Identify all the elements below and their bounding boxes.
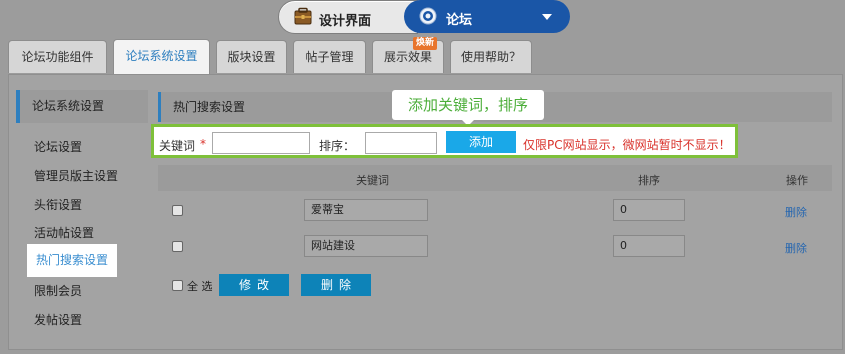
delete-button[interactable]: 删除 (301, 274, 371, 296)
forum-view-label: 论坛 (446, 13, 473, 28)
row-sort-input[interactable]: 0 (613, 199, 685, 221)
sidebar-item-moderator-settings[interactable]: 管理员版主设置 (34, 167, 118, 184)
pc-only-note: 仅限PC网站显示，微网站暂时不显示！ (523, 138, 731, 152)
sidebar-item-restricted-members[interactable]: 限制会员 (34, 282, 82, 299)
new-badge: 焕新 (413, 37, 437, 50)
sort-input[interactable] (365, 132, 437, 154)
row-delete-link[interactable]: 删除 (785, 204, 807, 220)
column-action: 操作 (786, 174, 808, 187)
table-header: 关键词 排序 操作 (158, 165, 832, 191)
modify-button[interactable]: 修改 (219, 274, 289, 296)
column-sort: 排序 (638, 174, 660, 187)
select-all-checkbox[interactable] (172, 280, 183, 291)
row-keyword-input[interactable]: 爱蒂宝 (304, 199, 428, 221)
column-keyword: 关键词 (356, 174, 389, 187)
design-view-button[interactable]: 设计界面 (278, 0, 418, 34)
forum-view-button[interactable]: 论坛 (404, 0, 570, 33)
toolbox-icon (293, 7, 313, 27)
tab-forum-components[interactable]: 论坛功能组件 (8, 40, 107, 73)
row-checkbox[interactable] (172, 241, 183, 252)
keyword-input[interactable] (212, 132, 310, 154)
table-row: 爱蒂宝 0 删除 (158, 193, 832, 229)
tab-help[interactable]: 使用帮助？ (450, 40, 532, 73)
add-keyword-form: 关键词 * 排序： 添加 仅限PC网站显示，微网站暂时不显示！ (151, 124, 738, 158)
keyword-label: 关键词 (159, 139, 196, 153)
sidebar-item-post-settings[interactable]: 发帖设置 (34, 311, 82, 328)
sidebar-item-event-post-settings[interactable]: 活动帖设置 (34, 224, 94, 241)
row-sort-input[interactable]: 0 (613, 235, 685, 257)
callout-tooltip: 添加关键词，排序 (392, 90, 544, 120)
row-keyword-input[interactable]: 网站建设 (304, 235, 428, 257)
gear-icon (418, 6, 438, 26)
sidebar-title: 论坛系统设置 (16, 90, 148, 123)
design-view-label: 设计界面 (319, 14, 372, 29)
tab-forum-system-settings[interactable]: 论坛系统设置 (113, 39, 210, 74)
top-toggle: 设计界面 论坛 (278, 0, 570, 34)
chevron-down-icon[interactable] (542, 14, 552, 20)
tab-board-settings[interactable]: 版块设置 (216, 40, 287, 73)
sidebar-item-forum-settings[interactable]: 论坛设置 (34, 138, 82, 155)
select-all-label[interactable]: 全 选 (187, 278, 213, 294)
row-delete-link[interactable]: 删除 (785, 240, 807, 256)
table-footer: 全 选 修改 删除 (158, 272, 832, 300)
tab-post-management[interactable]: 帖子管理 (293, 40, 366, 73)
sort-label: 排序： (319, 139, 356, 153)
sidebar-item-title-settings[interactable]: 头衔设置 (34, 196, 82, 213)
add-button[interactable]: 添加 (446, 131, 516, 153)
sidebar-item-hot-search-settings[interactable]: 热门搜索设置 (27, 244, 117, 277)
required-mark: * (200, 137, 206, 151)
table-row: 网站建设 0 删除 (158, 229, 832, 265)
row-checkbox[interactable] (172, 205, 183, 216)
